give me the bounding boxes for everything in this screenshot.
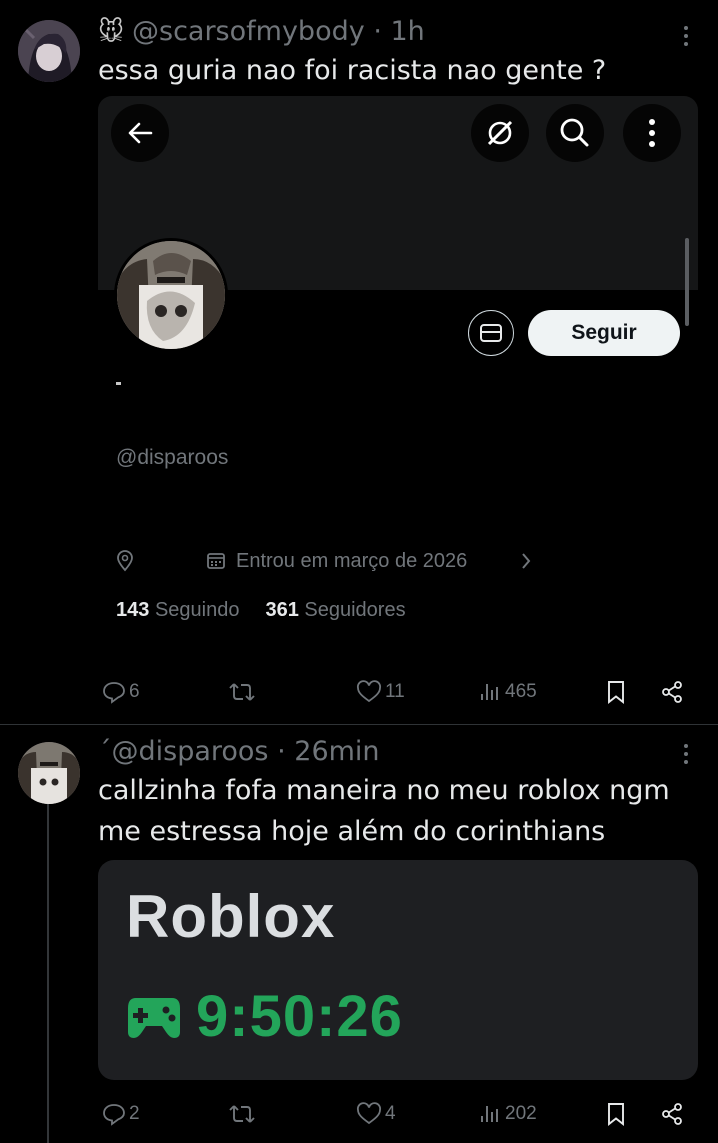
share-icon [662,681,682,703]
repost-button[interactable] [228,1098,259,1130]
play-timer: 9:50:26 [196,984,403,1049]
like-count: 11 [385,681,405,702]
avatar[interactable] [18,742,80,804]
bookmark-icon [608,681,624,704]
profile-avatar [114,238,228,352]
bookmark-icon [608,1103,624,1126]
share-icon [662,1103,682,1125]
like-icon [357,1102,381,1125]
mouse-emoji: 🐭 [98,17,125,46]
more-icon[interactable] [678,24,694,48]
back-arrow-icon [111,104,169,162]
views-icon [481,1106,498,1122]
profile-handle: @disparoos [116,446,229,469]
tweet-text: callzinha fofa maneira no meu roblox ngm… [98,775,670,847]
profile-meta: Entrou em março de 2026 [116,548,676,578]
like-button[interactable]: 11 [356,676,405,708]
message-icon [468,310,514,356]
bookmark-button[interactable] [606,676,626,708]
calendar-icon [206,551,226,577]
more-icon[interactable] [678,742,694,766]
repost-icon [229,683,255,701]
reply-button[interactable]: 6 [102,676,140,708]
views-icon [481,684,498,700]
tweet-header: ˊ@disparoos · 26min [98,736,380,767]
image-title: Roblox [126,883,336,950]
bookmark-button[interactable] [606,1098,626,1130]
share-button[interactable] [660,1098,684,1130]
display-name-mark [116,382,121,385]
chevron-right-icon [520,551,532,577]
grok-icon [471,104,529,162]
tweet[interactable]: 🐭 @scarsofmybody · 1h essa guria nao foi … [0,0,718,724]
avatar[interactable] [18,20,80,82]
username[interactable]: @scarsofmybody [132,16,365,47]
following-label: Seguindo [154,599,240,621]
tweet-text: essa guria nao foi racista nao gente ? [98,55,607,86]
reply-count: 2 [129,1103,140,1124]
timestamp[interactable]: · 26min [277,736,379,767]
username[interactable]: @disparoos [112,736,269,767]
follow-button: Seguir [528,310,680,356]
views-button[interactable]: 465 [480,676,537,708]
tweet-header: 🐭 @scarsofmybody · 1h [98,16,425,47]
repost-icon [229,1105,255,1123]
search-icon [546,104,604,162]
joined-date: Entrou em março de 2026 [236,550,468,572]
timestamp[interactable]: · 1h [373,16,424,47]
share-button[interactable] [660,676,684,708]
reply-icon [103,682,125,704]
tweet-actions: 2 4 202 [0,1098,718,1130]
more-icon [623,104,681,162]
followers-label: Seguidores [304,599,406,621]
like-count: 4 [385,1103,396,1124]
embedded-profile-screenshot[interactable]: Seguir @disparoos Entrou em março de 202… [98,96,698,656]
like-icon [357,680,381,703]
following-count: 143 [116,599,150,621]
like-button[interactable]: 4 [356,1098,396,1130]
view-count: 465 [505,681,537,702]
repost-button[interactable] [228,676,259,708]
tweet-actions: 6 11 465 [0,676,718,708]
view-count: 202 [505,1103,537,1124]
reply-button[interactable]: 2 [102,1098,140,1130]
scrollbar [685,238,689,326]
tweet[interactable]: ˊ@disparoos · 26min callzinha fofa manei… [0,724,718,1143]
gamepad-icon [126,996,182,1044]
thread-line [47,804,49,1143]
views-button[interactable]: 202 [480,1098,537,1130]
followers-count: 361 [265,599,299,621]
follow-counts: 143 Seguindo 361 Seguidores [116,599,406,622]
reply-icon [103,1104,125,1126]
location-icon [116,550,134,578]
name-mark: ˊ [98,736,112,767]
reply-count: 6 [129,681,140,702]
attached-image[interactable]: Roblox 9:50:26 [98,860,698,1080]
